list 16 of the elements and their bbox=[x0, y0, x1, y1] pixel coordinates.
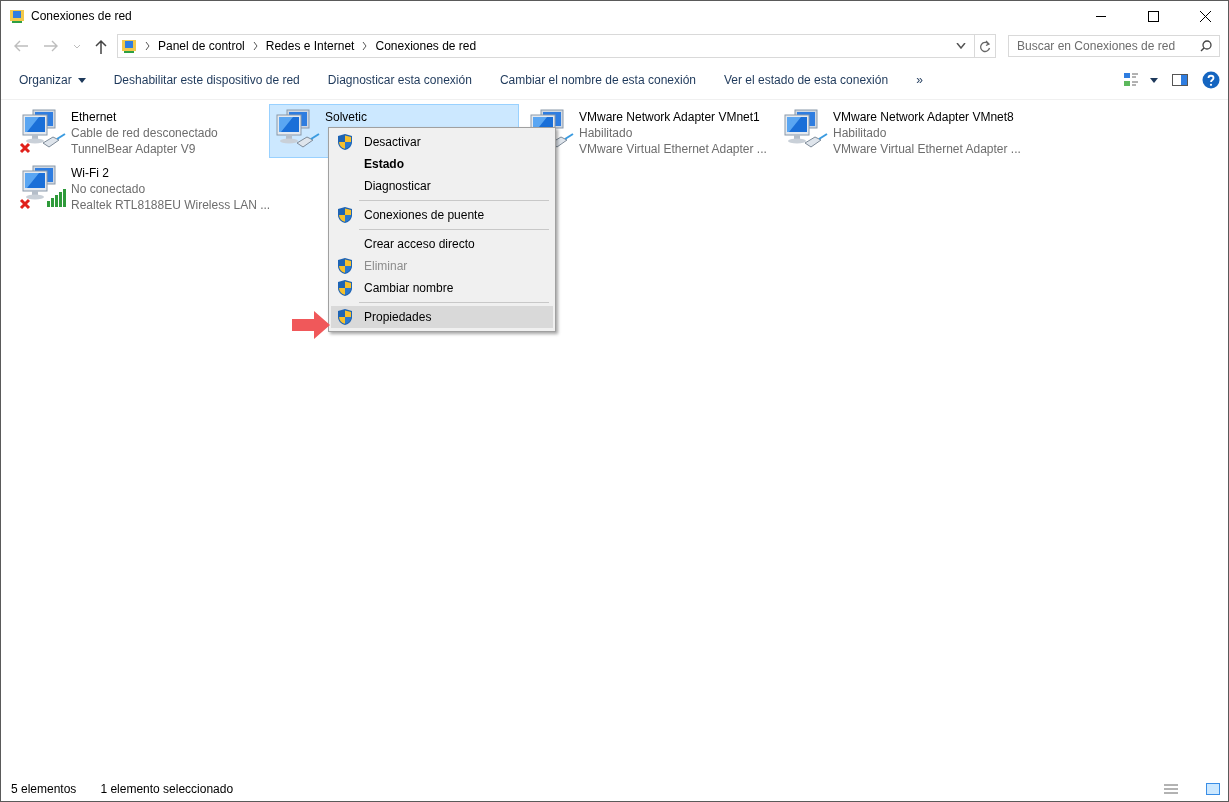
connection-name: Wi-Fi 2 bbox=[71, 165, 110, 181]
selection-count: 1 elemento seleccionado bbox=[100, 782, 234, 796]
connection-name: VMware Network Adapter VMnet1 bbox=[579, 109, 761, 125]
connection-status: Habilitado bbox=[579, 125, 634, 141]
connection-status: Habilitado bbox=[833, 125, 888, 141]
window-title: Conexiones de red bbox=[31, 9, 133, 23]
item-count: 5 elementos bbox=[11, 782, 77, 796]
adapter-name: Realtek RTL8188EU Wireless LAN ... bbox=[71, 197, 271, 213]
adapter-name: TunnelBear Adapter V9 bbox=[71, 141, 197, 157]
connection-name: Solvetic bbox=[325, 109, 368, 125]
connection-name: VMware Network Adapter VMnet8 bbox=[833, 109, 1015, 125]
connection-status: Cable de red desconectado bbox=[71, 125, 218, 141]
adapter-name: VMware Virtual Ethernet Adapter ... bbox=[579, 141, 767, 157]
adapter-name: VMware Virtual Ethernet Adapter ... bbox=[833, 141, 1021, 157]
connection-name: Ethernet bbox=[71, 109, 118, 125]
connection-status: No conectado bbox=[71, 181, 147, 197]
